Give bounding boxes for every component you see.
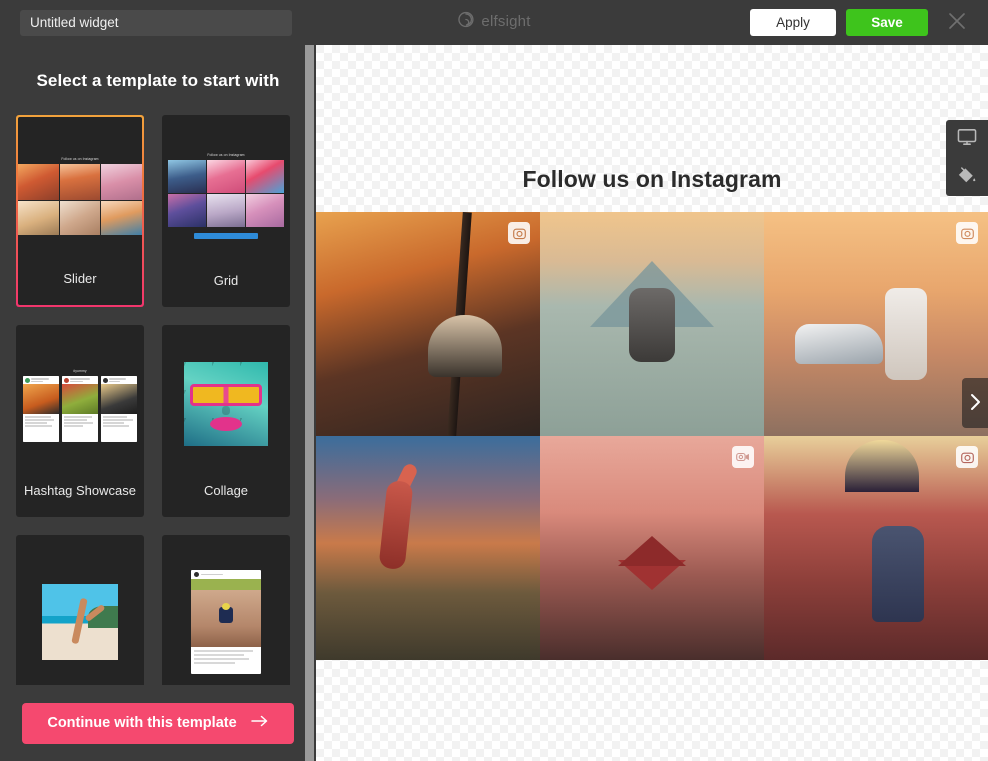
template-mini-title: Follow us on Instagram (207, 152, 245, 157)
preview-controls-panel (946, 120, 988, 196)
thumbnail-load-more-button (194, 232, 258, 239)
chevron-right-icon (969, 393, 982, 414)
template-card-slider[interactable]: Follow us on Instagram Slider (16, 115, 144, 307)
template-card-collage[interactable]: Collage (162, 325, 290, 517)
thumbnail-mosaic (162, 159, 290, 227)
template-thumbnail (162, 325, 290, 482)
template-mini-title: #yummy (73, 369, 87, 373)
widget-editor-window: elfsight Apply Save Select a template to… (0, 0, 988, 761)
template-row: Follow us on Instagram Slider Follow us … (16, 115, 300, 307)
thumbnail-beach-image (42, 584, 118, 660)
camera-icon (508, 222, 530, 244)
arrow-right-icon (250, 715, 269, 731)
template-mini-title: Follow us on Instagram (61, 156, 99, 161)
photo-item[interactable] (316, 436, 540, 660)
top-bar-actions: Apply Save (750, 0, 976, 45)
template-grid: Follow us on Instagram Slider Follow us … (0, 115, 316, 730)
desktop-monitor-icon (957, 128, 977, 149)
elfsight-swirl-icon (457, 11, 474, 32)
template-thumbnail: Follow us on Instagram (162, 115, 290, 272)
template-thumbnail: #yummy (16, 325, 144, 482)
paint-bucket-icon (957, 166, 977, 188)
template-label: Hashtag Showcase (23, 483, 136, 498)
camera-icon (956, 446, 978, 468)
sidebar-scrollbar[interactable] (305, 45, 314, 761)
thumbnail-post-row (17, 376, 143, 442)
template-label: Grid (213, 273, 239, 288)
brand-name: elfsight (481, 13, 531, 30)
sidebar-title: Select a template to start with (36, 71, 280, 90)
widget-preview: Follow us on Instagram (316, 45, 988, 761)
top-bar: elfsight Apply Save (0, 0, 988, 45)
close-icon (946, 10, 968, 35)
thumbnail-mosaic (18, 163, 142, 235)
template-thumbnail (162, 535, 290, 709)
template-card-hashtag-showcase[interactable]: #yummy Hashtag Showcase (16, 325, 144, 517)
template-thumbnail (16, 535, 144, 709)
apply-button[interactable]: Apply (750, 9, 836, 36)
close-button[interactable] (938, 0, 976, 45)
photo-item[interactable] (316, 212, 540, 436)
template-label: Slider (63, 271, 97, 286)
next-slide-button[interactable] (962, 378, 988, 428)
thumbnail-post-card (191, 570, 261, 674)
thumbnail-collage-image (184, 361, 268, 446)
template-sidebar: Select a template to start with Follow u… (0, 45, 316, 761)
desktop-view-button[interactable] (957, 128, 977, 149)
photo-item[interactable] (764, 436, 988, 660)
sidebar-footer: Continue with this template (0, 685, 316, 761)
save-button[interactable]: Save (846, 9, 928, 36)
video-camera-icon (732, 446, 754, 468)
continue-with-template-button[interactable]: Continue with this template (22, 702, 294, 744)
photo-item[interactable] (540, 212, 764, 436)
template-thumbnail: Follow us on Instagram (18, 117, 142, 270)
template-label: Collage (203, 483, 249, 498)
camera-icon (956, 222, 978, 244)
template-card-grid[interactable]: Follow us on Instagram Grid (162, 115, 290, 307)
background-fill-button[interactable] (957, 166, 977, 188)
continue-button-label: Continue with this template (47, 715, 237, 731)
photo-item[interactable] (540, 436, 764, 660)
instagram-photo-grid (316, 212, 988, 660)
brand-logo: elfsight (457, 11, 530, 32)
widget-name-input[interactable] (20, 9, 292, 36)
photo-item[interactable] (764, 212, 988, 436)
template-row: #yummy Hashtag Showcase Collage (16, 325, 300, 517)
preview-title: Follow us on Instagram (522, 166, 782, 192)
